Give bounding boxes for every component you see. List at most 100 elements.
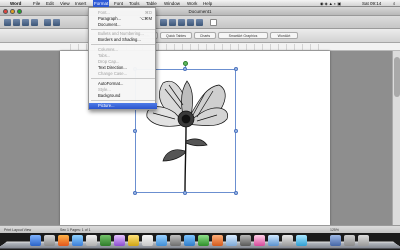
- menu-item-columns[interactable]: Columns...: [89, 47, 157, 53]
- title-bar: Document1: [0, 7, 400, 16]
- trash-icon[interactable]: [358, 235, 369, 246]
- terminal-icon[interactable]: [240, 235, 251, 246]
- rotate-handle[interactable]: [183, 61, 188, 66]
- menu-format[interactable]: Format: [93, 0, 110, 7]
- excel-icon[interactable]: [198, 235, 209, 246]
- powerpoint-icon[interactable]: [212, 235, 223, 246]
- dock: [0, 233, 400, 250]
- menu-tools[interactable]: Tools: [128, 0, 141, 7]
- resize-handle-bottom-right[interactable]: [234, 191, 238, 195]
- menu-item-picture[interactable]: Picture...: [89, 103, 157, 109]
- menu-item-autoformat[interactable]: AutoFormat...: [89, 81, 157, 87]
- sidebar-icon[interactable]: [178, 19, 185, 26]
- menu-separator: [91, 29, 155, 30]
- mail-icon[interactable]: [86, 235, 97, 246]
- elements-gallery: Document Elements Quick Tables Charts Sm…: [0, 29, 400, 43]
- open-icon[interactable]: [13, 19, 20, 26]
- menu-item-document[interactable]: Document...: [89, 22, 157, 28]
- menu-work[interactable]: Work: [186, 0, 198, 7]
- app-icon[interactable]: [296, 235, 307, 246]
- itunes-icon[interactable]: [114, 235, 125, 246]
- table-icon[interactable]: [160, 19, 167, 26]
- vertical-scrollbar[interactable]: [392, 51, 400, 225]
- columns-icon[interactable]: [169, 19, 176, 26]
- toolbox-icon[interactable]: [187, 19, 194, 26]
- menu-separator: [91, 100, 155, 101]
- safari-icon[interactable]: [72, 235, 83, 246]
- menu-help[interactable]: Help: [202, 0, 213, 7]
- documents-stack-icon[interactable]: [344, 235, 355, 246]
- horizontal-ruler[interactable]: [0, 43, 400, 51]
- firefox-icon[interactable]: [58, 235, 69, 246]
- menu-view[interactable]: View: [59, 0, 71, 7]
- standard-toolbar: [0, 16, 400, 29]
- clock[interactable]: Sat 09:14: [362, 0, 381, 7]
- menu-item-change-case[interactable]: Change Case...: [89, 71, 157, 77]
- app-icon[interactable]: [282, 235, 293, 246]
- menu-item-text-direction[interactable]: Text Direction...: [89, 65, 157, 71]
- menu-insert[interactable]: Insert: [74, 0, 87, 7]
- menu-word[interactable]: Word: [9, 0, 22, 7]
- window-title: Document1: [188, 9, 212, 14]
- menu-window[interactable]: Window: [163, 0, 181, 7]
- zoom-icon[interactable]: [196, 19, 203, 26]
- save-icon[interactable]: [22, 19, 29, 26]
- menu-item-background[interactable]: Background: [89, 93, 157, 99]
- tab-smartart-graphics[interactable]: SmartArt Graphics: [218, 32, 268, 39]
- menu-item-tabs[interactable]: Tabs...: [89, 53, 157, 59]
- menu-font[interactable]: Font: [113, 0, 124, 7]
- menu-item-paragraph[interactable]: Paragraph... ⌥⌘M: [89, 16, 157, 22]
- resize-handle-bottom[interactable]: [183, 191, 187, 195]
- undo-icon[interactable]: [44, 19, 51, 26]
- word-icon[interactable]: [184, 235, 195, 246]
- tab-wordart[interactable]: WordArt: [270, 32, 298, 39]
- resize-handle-bottom-left[interactable]: [133, 191, 137, 195]
- preview-icon[interactable]: [226, 235, 237, 246]
- resize-handle-top-right[interactable]: [234, 67, 238, 71]
- menu-item-label: Paragraph...: [98, 16, 122, 21]
- menu-item-bullets-numbering[interactable]: Bullets and Numbering...: [89, 31, 157, 37]
- calendar-icon[interactable]: [142, 235, 153, 246]
- new-document-icon[interactable]: [4, 19, 11, 26]
- facetime-icon[interactable]: [100, 235, 111, 246]
- menu-edit[interactable]: Edit: [45, 0, 55, 7]
- menu-file[interactable]: File: [32, 0, 41, 7]
- app-icon[interactable]: [254, 235, 265, 246]
- zoom-window-icon[interactable]: [17, 9, 22, 14]
- notes-icon[interactable]: [128, 235, 139, 246]
- menu-item-label: Font...: [98, 10, 110, 15]
- menu-bar: Word File Edit View Insert Format Font T…: [0, 0, 400, 7]
- photos-icon[interactable]: [156, 235, 167, 246]
- menu-item-borders-shading[interactable]: Borders and Shading...: [89, 37, 157, 43]
- system-preferences-icon[interactable]: [44, 235, 55, 246]
- downloads-stack-icon[interactable]: [330, 235, 341, 246]
- help-icon[interactable]: [210, 19, 217, 26]
- menu-item-label: Drop Cap...: [98, 59, 120, 64]
- format-menu: Font... ⌘D Paragraph... ⌥⌘M Document... …: [88, 7, 157, 110]
- menu-item-label: Document...: [98, 22, 121, 27]
- spotlight-icon[interactable]: ⌕: [393, 0, 396, 7]
- menu-item-style[interactable]: Style...: [89, 87, 157, 93]
- status-icons[interactable]: ◉ ◈ ▲ ◐ ▣: [320, 0, 341, 7]
- close-window-icon[interactable]: [3, 9, 8, 14]
- resize-handle-right[interactable]: [234, 129, 238, 133]
- resize-handle-left[interactable]: [133, 129, 137, 133]
- app-icon[interactable]: [170, 235, 181, 246]
- tab-quick-tables[interactable]: Quick Tables: [160, 32, 192, 39]
- print-icon[interactable]: [31, 19, 38, 26]
- minimize-window-icon[interactable]: [10, 9, 15, 14]
- menu-separator: [91, 44, 155, 45]
- menu-item-font[interactable]: Font... ⌘D: [89, 10, 157, 16]
- scrollbar-thumb[interactable]: [394, 57, 400, 97]
- menu-item-label: Bullets and Numbering...: [98, 31, 144, 36]
- menu-item-label: Text Direction...: [98, 65, 127, 70]
- finder-icon[interactable]: [30, 235, 41, 246]
- menu-item-drop-cap[interactable]: Drop Cap...: [89, 59, 157, 65]
- menu-item-label: Background: [98, 93, 121, 98]
- tab-charts[interactable]: Charts: [194, 32, 216, 39]
- menu-separator: [91, 78, 155, 79]
- redo-icon[interactable]: [53, 19, 60, 26]
- resize-handle-top[interactable]: [183, 67, 187, 71]
- app-icon[interactable]: [268, 235, 279, 246]
- menu-table[interactable]: Table: [145, 0, 158, 7]
